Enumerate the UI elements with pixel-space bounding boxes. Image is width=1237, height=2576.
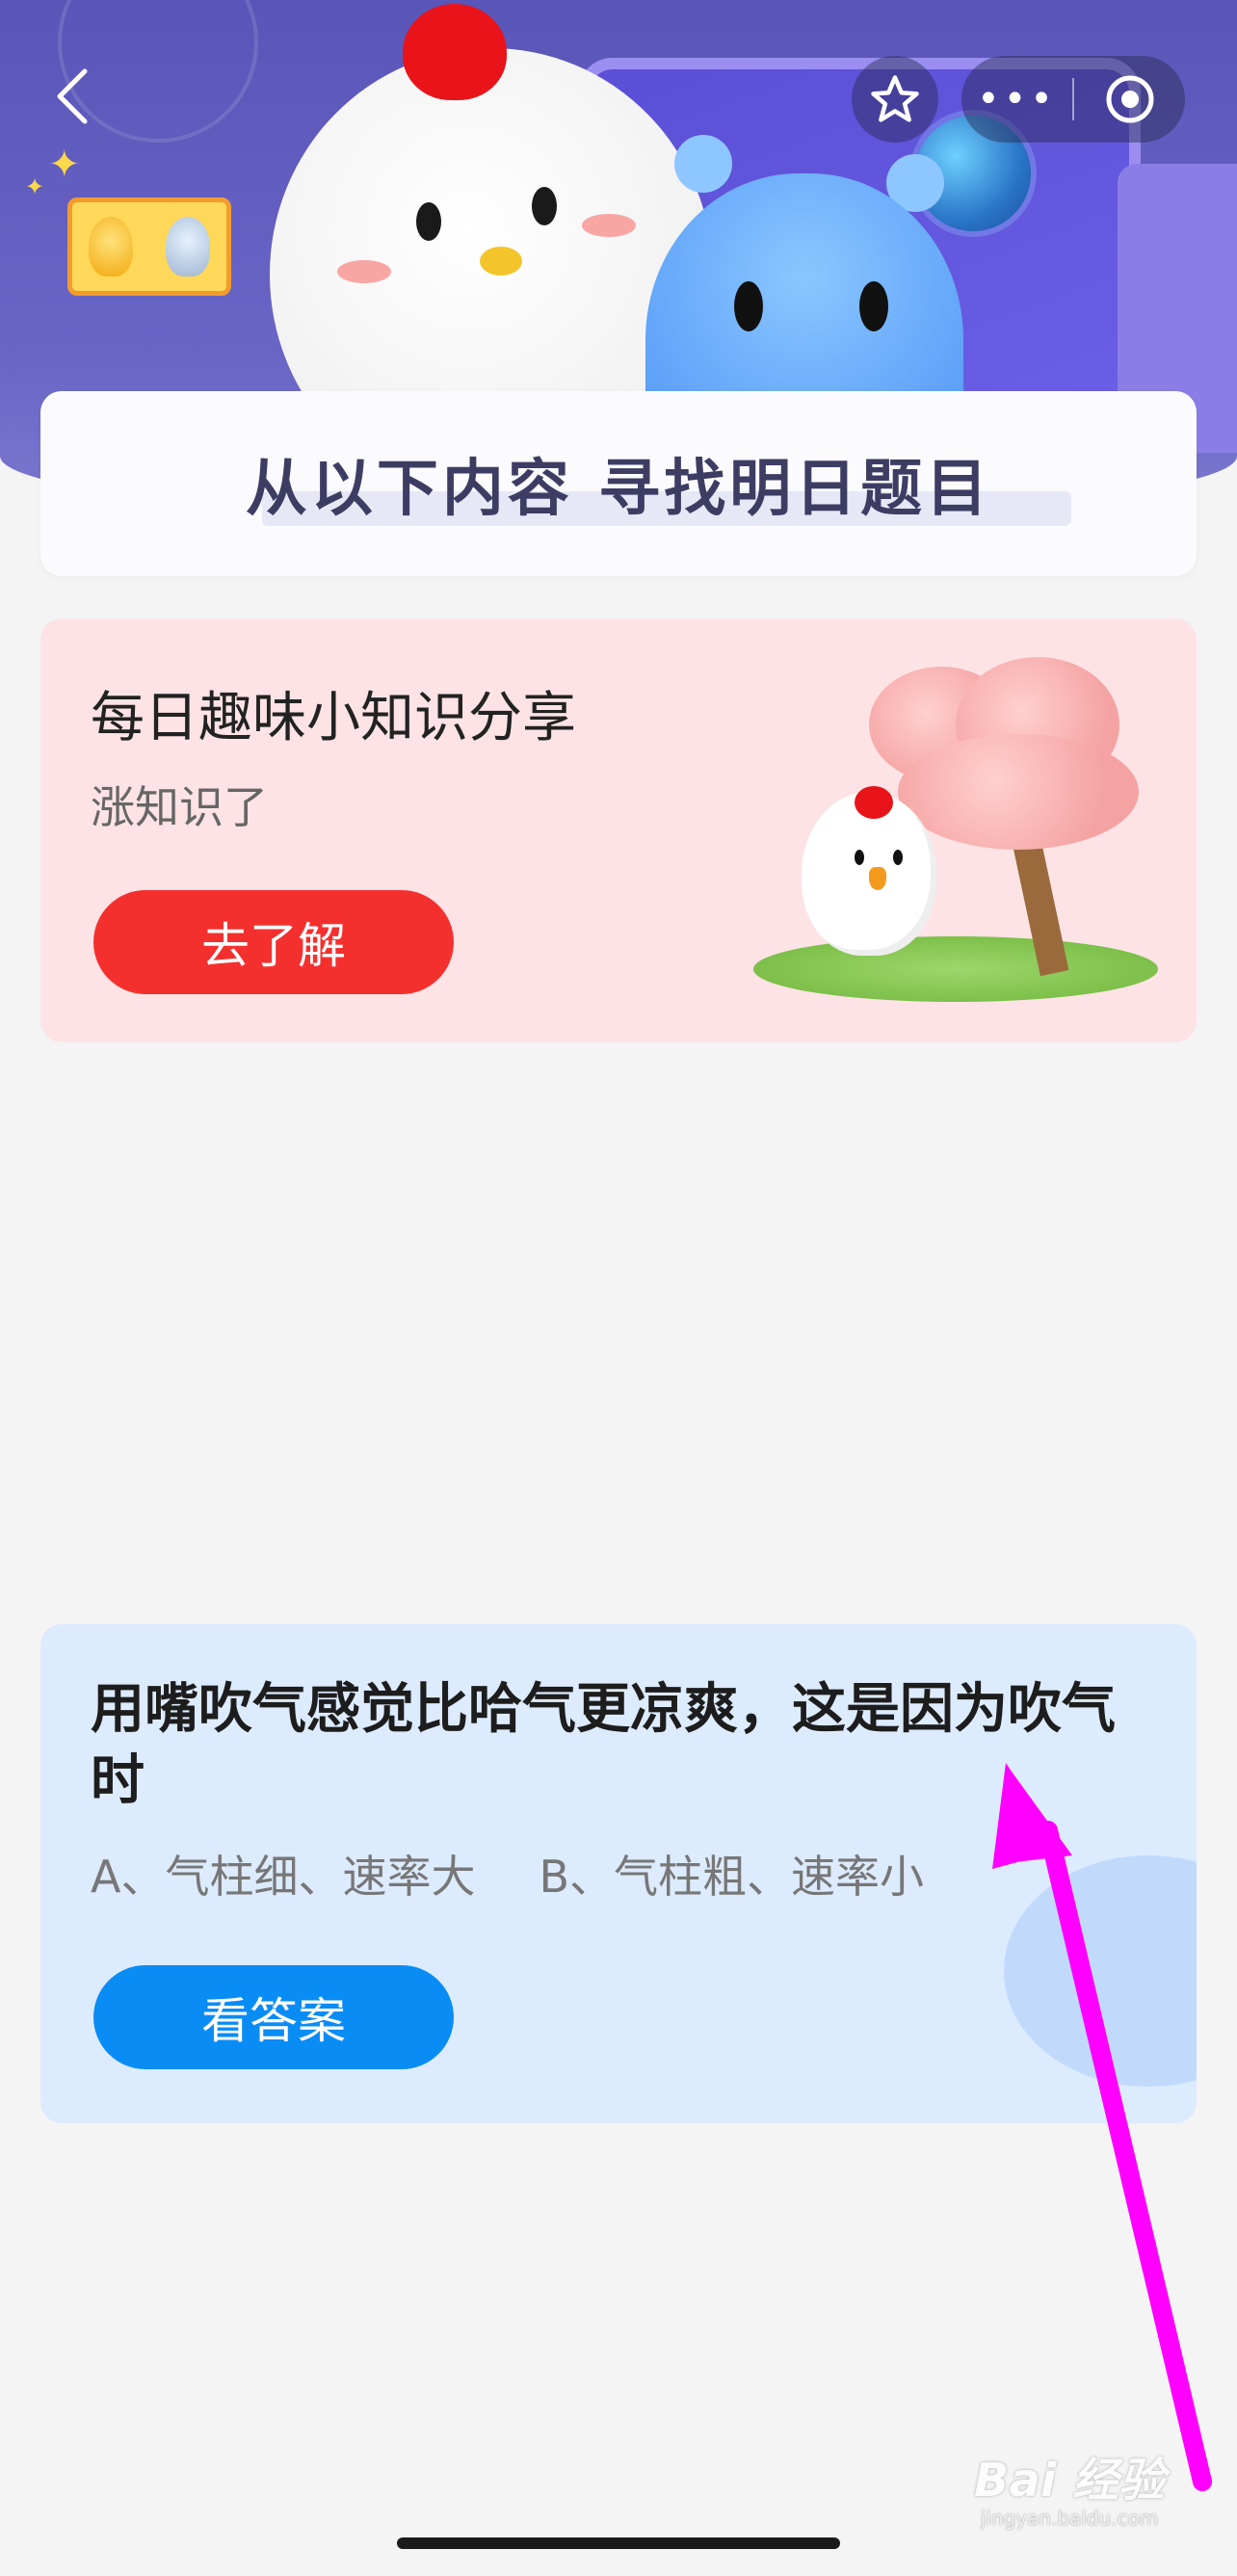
watermark-brand: Bai 经验 bbox=[973, 2454, 1166, 2508]
record-target-icon bbox=[1106, 75, 1153, 123]
silver-medal-icon bbox=[166, 217, 210, 276]
chevron-left-icon bbox=[57, 68, 88, 124]
learn-more-button[interactable]: 去了解 bbox=[93, 890, 454, 994]
watermark-domain: jingyan.baidu.com bbox=[980, 2507, 1159, 2530]
question-text: 用嘴吹气感觉比哈气更凉爽，这是因为吹气时 bbox=[91, 1678, 1116, 1812]
answer-options: A、气柱细、速率大 B、气柱粗、速率小 bbox=[91, 1842, 924, 1906]
chick-comb bbox=[403, 4, 507, 100]
medal-plaque bbox=[67, 197, 231, 296]
home-indicator[interactable] bbox=[397, 2537, 840, 2549]
gold-medal-icon bbox=[89, 217, 133, 276]
title-banner-text: 从以下内容 寻找明日题目 bbox=[245, 454, 992, 525]
knowledge-card[interactable]: 每日趣味小知识分享 涨知识了 去了解 bbox=[40, 618, 1197, 1042]
close-mini-program-button[interactable] bbox=[1074, 74, 1185, 124]
option-a: A、气柱细、速率大 bbox=[91, 1851, 476, 1903]
sparkle-icon: ✦ bbox=[25, 173, 45, 200]
alien-eye-right bbox=[859, 281, 888, 331]
chick-eye-right bbox=[532, 187, 557, 225]
star-icon bbox=[871, 75, 919, 122]
back-button[interactable] bbox=[54, 67, 92, 125]
chick-cheek-left bbox=[337, 260, 391, 283]
baidu-jingyan-watermark: Bai 经验 jingyan.baidu.com bbox=[944, 2455, 1195, 2541]
option-b: B、气柱粗、速率小 bbox=[539, 1851, 925, 1903]
chick-eye-illustration bbox=[893, 850, 903, 865]
tree-crown-illustration bbox=[898, 734, 1139, 850]
question-card[interactable]: 用嘴吹气感觉比哈气更凉爽，这是因为吹气时 A、气柱细、速率大 B、气柱粗、速率小 … bbox=[40, 1624, 1197, 2123]
alien-eye-left bbox=[734, 281, 763, 331]
chick-cheek-right bbox=[582, 214, 636, 237]
chick-eye-left bbox=[416, 202, 441, 241]
chick-beak bbox=[480, 247, 522, 276]
knowledge-card-subtitle: 涨知识了 bbox=[91, 781, 268, 833]
chick-eye-illustration bbox=[855, 850, 864, 865]
title-banner: 从以下内容 寻找明日题目 bbox=[40, 391, 1197, 576]
favorite-button[interactable] bbox=[852, 56, 938, 143]
grass-illustration bbox=[753, 936, 1158, 1002]
mini-program-capsule: ••• bbox=[961, 56, 1185, 143]
chick-beak-illustration bbox=[869, 867, 886, 890]
sparkle-icon: ✦ bbox=[48, 143, 81, 187]
chick-comb-illustration bbox=[855, 786, 893, 819]
knowledge-card-title: 每日趣味小知识分享 bbox=[91, 687, 576, 749]
more-options-button[interactable]: ••• bbox=[961, 56, 1072, 143]
view-answer-button[interactable]: 看答案 bbox=[93, 1965, 454, 2069]
alien-antenna-left bbox=[674, 135, 732, 193]
chat-bubble-icon bbox=[1004, 1855, 1197, 2087]
